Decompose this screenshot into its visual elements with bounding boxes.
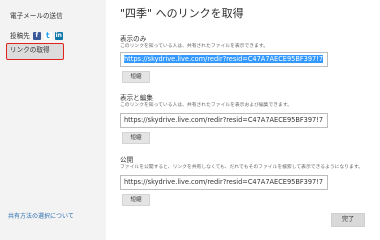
facebook-icon[interactable]: f [32, 32, 41, 40]
sidebar-item-send-email[interactable]: 電子メールの送信 [4, 7, 102, 25]
url-field-view-edit[interactable]: https://skydrive.live.com/redir?resid=C4… [120, 113, 328, 128]
sidebar-item-get-link[interactable]: リンクの取得 [6, 43, 64, 60]
section-desc-view-edit: このリンクを知っている人は、共有されたファイルを表示および編集できます。 [120, 103, 292, 108]
done-button[interactable]: 完了 [331, 213, 365, 227]
main-panel: "四季" へのリンクを取得 表示のみ このリンクを知っている人は、共有されたファ… [114, 0, 376, 240]
shorten-button-view-edit[interactable]: 短縮 [122, 132, 150, 144]
url-field-public[interactable]: https://skydrive.live.com/redir?resid=C4… [120, 175, 328, 190]
shorten-button-public[interactable]: 短縮 [122, 194, 150, 206]
linkedin-icon[interactable]: in [54, 32, 63, 40]
url-text-view-edit: https://skydrive.live.com/redir?resid=C4… [124, 116, 324, 124]
url-field-view-only[interactable]: https://skydrive.live.com/redir?resid=C4… [120, 52, 328, 67]
url-text-public: https://skydrive.live.com/redir?resid=C4… [124, 178, 324, 186]
shorten-button-view-only[interactable]: 短縮 [122, 71, 150, 83]
twitter-icon[interactable]: t [43, 32, 52, 40]
sidebar: 電子メールの送信 投稿先 f t in リンクの取得 共有方法の選択について [0, 0, 106, 240]
url-text-view-only: https://skydrive.live.com/redir?resid=C4… [124, 55, 324, 63]
help-link[interactable]: 共有方法の選択について [2, 208, 100, 226]
page-title: "四季" へのリンクを取得 [120, 7, 244, 20]
section-desc-public: ファイルを公開すると、リンクを共有しなくても、だれでもそのファイルを検索して表示… [120, 165, 363, 170]
section-desc-view-only: このリンクを知っている人は、共有されたファイルを表示できます。 [120, 44, 268, 49]
